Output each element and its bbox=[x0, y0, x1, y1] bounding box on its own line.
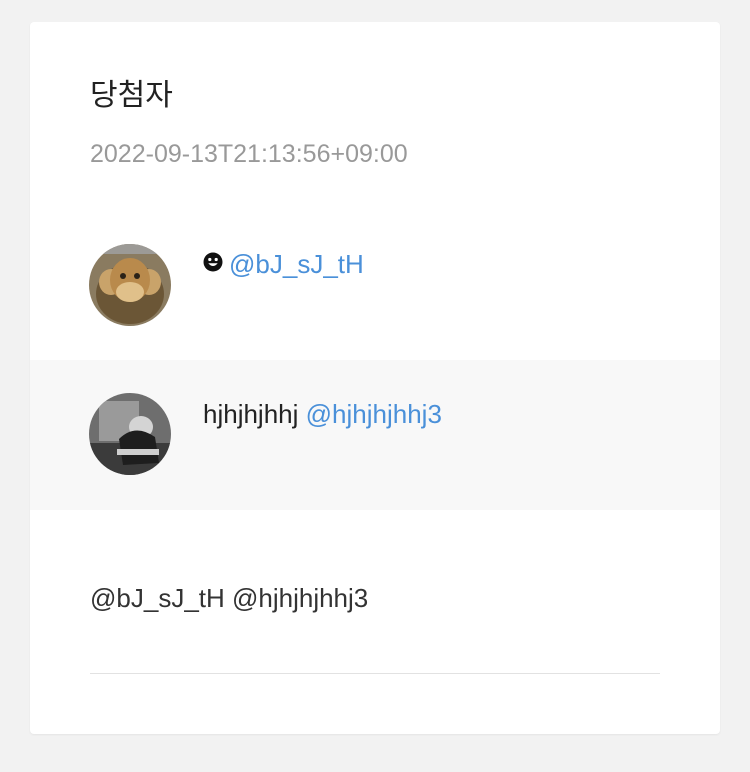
winner-handle-link[interactable]: @hjhjhjhhj3 bbox=[306, 399, 442, 429]
winner-info: @bJ_sJ_tH bbox=[203, 248, 364, 280]
avatar[interactable] bbox=[89, 393, 171, 475]
winner-handle-link[interactable]: @bJ_sJ_tH bbox=[229, 249, 364, 279]
winner-announcement-card: 당첨자 2022-09-13T21:13:56+09:00 @bJ_sJ_tH … bbox=[30, 22, 720, 734]
winner-row[interactable]: @bJ_sJ_tH bbox=[30, 230, 720, 380]
winner-display-name: hjhjhjhhj bbox=[203, 399, 299, 429]
winner-row[interactable]: hjhjhjhhj @hjhjhjhhj3 bbox=[30, 360, 720, 510]
page-title: 당첨자 bbox=[90, 79, 173, 112]
smiley-face-icon bbox=[203, 247, 223, 279]
winner-info: hjhjhjhhj @hjhjhjhhj3 bbox=[203, 398, 442, 430]
post-timestamp: 2022-09-13T21:13:56+09:00 bbox=[90, 140, 408, 168]
divider bbox=[90, 673, 660, 674]
winner-mentions: @bJ_sJ_tH @hjhjhjhhj3 bbox=[90, 583, 369, 613]
avatar[interactable] bbox=[89, 244, 171, 326]
